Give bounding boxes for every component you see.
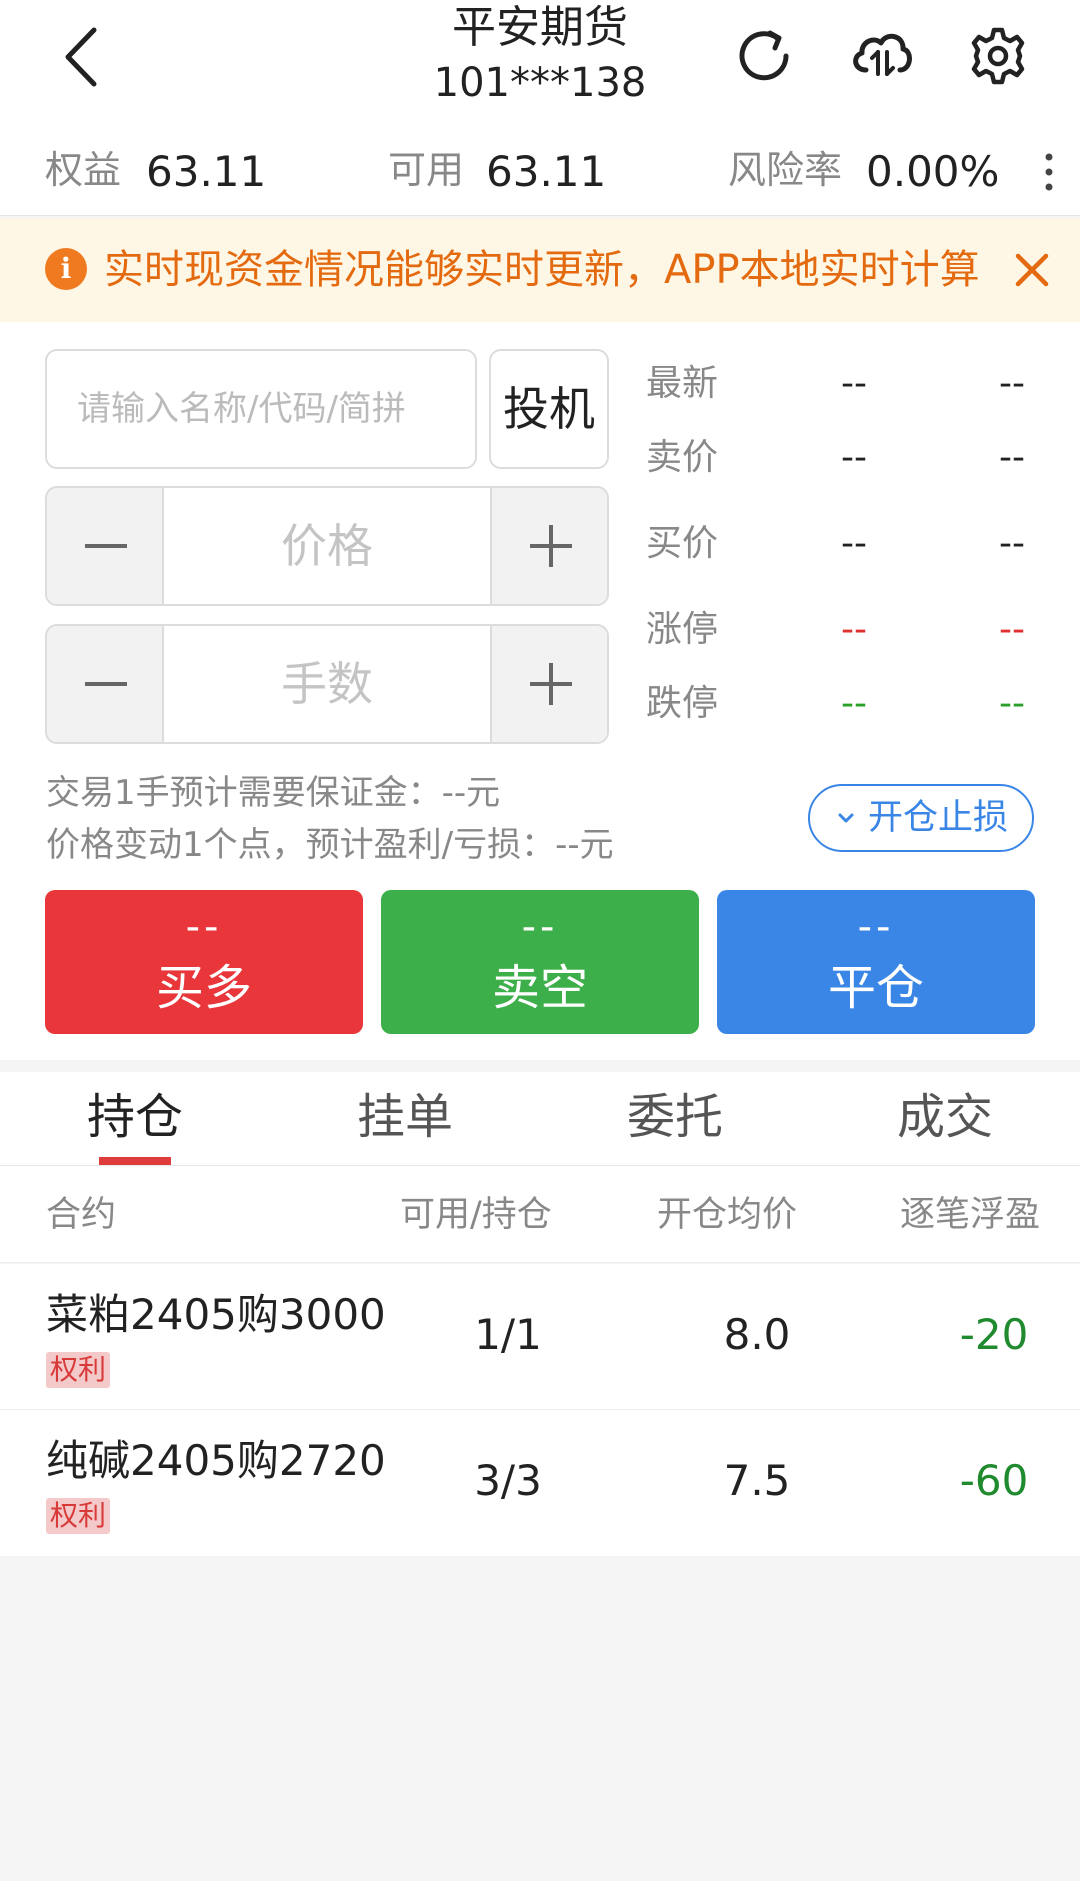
- page-title: 平安期货: [452, 2, 628, 53]
- close-price: --: [857, 904, 895, 950]
- quote-value: --: [999, 523, 1025, 564]
- chevron-down-icon: [838, 813, 854, 823]
- notice-text: 实时现资金情况能够实时更新，APP本地实时计算: [104, 247, 980, 293]
- tab-trades[interactable]: 成交: [845, 1072, 1045, 1166]
- refresh-icon[interactable]: [730, 22, 798, 90]
- more-options-icon[interactable]: [1040, 150, 1058, 194]
- quote-value: --: [999, 683, 1025, 724]
- quote-value: --: [841, 683, 867, 724]
- option-type-badge: 权利: [46, 1498, 111, 1534]
- quote-label: 涨停: [646, 609, 719, 650]
- buy-price: --: [185, 904, 223, 950]
- lots-input[interactable]: [164, 626, 490, 742]
- stoploss-toggle-button[interactable]: 开仓止损: [808, 784, 1034, 852]
- quote-label: 最新: [646, 363, 719, 404]
- price-input[interactable]: [164, 488, 490, 604]
- speculation-button[interactable]: 投机: [489, 349, 609, 469]
- quote-value: --: [841, 437, 867, 478]
- quantity-cell: 3/3: [474, 1456, 542, 1505]
- risk-value: 0.00%: [866, 147, 1000, 196]
- lots-stepper: [45, 624, 609, 744]
- pnl-cell: -20: [959, 1310, 1029, 1359]
- quote-value: --: [999, 437, 1025, 478]
- price-increase-button[interactable]: [490, 488, 607, 604]
- equity-label: 权益: [45, 148, 122, 192]
- quote-label: 跌停: [646, 683, 719, 724]
- quote-value: --: [999, 363, 1025, 404]
- lots-increase-button[interactable]: [490, 626, 607, 742]
- back-arrow-icon[interactable]: [56, 22, 116, 92]
- contract-search-input[interactable]: [47, 351, 475, 467]
- equity-value: 63.11: [146, 147, 267, 196]
- contract-search-box: [45, 349, 477, 469]
- quote-value: --: [841, 523, 867, 564]
- column-header-pnl: 逐笔浮盈: [900, 1195, 1041, 1235]
- quote-value: --: [999, 609, 1025, 650]
- quote-value: --: [841, 609, 867, 650]
- sell-short-button[interactable]: -- 卖空: [381, 890, 699, 1034]
- cloud-sync-icon[interactable]: [848, 22, 916, 90]
- risk-label: 风险率: [728, 148, 843, 192]
- info-icon: i: [45, 248, 87, 290]
- notice-banner: i 实时现资金情况能够实时更新，APP本地实时计算: [0, 218, 1080, 322]
- column-header-contract: 合约: [46, 1195, 117, 1235]
- close-label: 平仓: [827, 960, 924, 1016]
- account-number: 101***138: [433, 60, 647, 106]
- table-row[interactable]: 纯碱2405购2720 权利 3/3 7.5 -60: [0, 1410, 1080, 1556]
- sell-label: 卖空: [491, 960, 588, 1016]
- contract-name: 纯碱2405购2720: [46, 1436, 386, 1485]
- quote-value: --: [841, 363, 867, 404]
- positions-table-header: 合约 可用/持仓 开仓均价 逐笔浮盈: [0, 1166, 1080, 1263]
- available-label: 可用: [388, 148, 465, 192]
- margin-estimate-text: 交易1手预计需要保证金：--元: [46, 773, 501, 813]
- stoploss-label: 开仓止损: [868, 798, 1009, 838]
- available-value: 63.11: [486, 147, 607, 196]
- option-type-badge: 权利: [46, 1352, 111, 1388]
- table-row[interactable]: 菜粕2405购3000 权利 1/1 8.0 -20: [0, 1264, 1080, 1410]
- price-decrease-button[interactable]: [47, 488, 164, 604]
- quote-label: 买价: [646, 523, 719, 564]
- column-header-avg-price: 开仓均价: [657, 1195, 798, 1235]
- quantity-cell: 1/1: [474, 1310, 542, 1359]
- price-stepper: [45, 486, 609, 606]
- profit-estimate-text: 价格变动1个点，预计盈利/亏损：--元: [46, 825, 614, 865]
- settings-gear-icon[interactable]: [964, 22, 1032, 90]
- avg-price-cell: 8.0: [723, 1310, 791, 1359]
- buy-long-button[interactable]: -- 买多: [45, 890, 363, 1034]
- pnl-cell: -60: [959, 1456, 1029, 1505]
- quote-label: 卖价: [646, 437, 719, 478]
- order-form: 投机 最新 -- -- 卖价 -- -- 买价 -- -- 涨停 -- -- 跌…: [0, 322, 1080, 1060]
- top-bar: 平安期货 101***138: [0, 0, 1080, 128]
- close-icon[interactable]: [1006, 244, 1058, 296]
- buy-label: 买多: [155, 960, 252, 1016]
- close-position-button[interactable]: -- 平仓: [717, 890, 1035, 1034]
- sell-price: --: [521, 904, 559, 950]
- tab-orders[interactable]: 委托: [575, 1072, 775, 1166]
- position-tabs: 持仓 挂单 委托 成交: [0, 1072, 1080, 1166]
- account-summary: 权益 63.11 可用 63.11 风险率 0.00%: [0, 128, 1080, 216]
- contract-name: 菜粕2405购3000: [46, 1290, 386, 1339]
- tab-pending-orders[interactable]: 挂单: [305, 1072, 505, 1166]
- active-tab-indicator: [99, 1157, 171, 1165]
- column-header-quantity: 可用/持仓: [400, 1195, 552, 1235]
- lots-decrease-button[interactable]: [47, 626, 164, 742]
- tab-positions[interactable]: 持仓: [35, 1072, 235, 1166]
- avg-price-cell: 7.5: [723, 1456, 791, 1505]
